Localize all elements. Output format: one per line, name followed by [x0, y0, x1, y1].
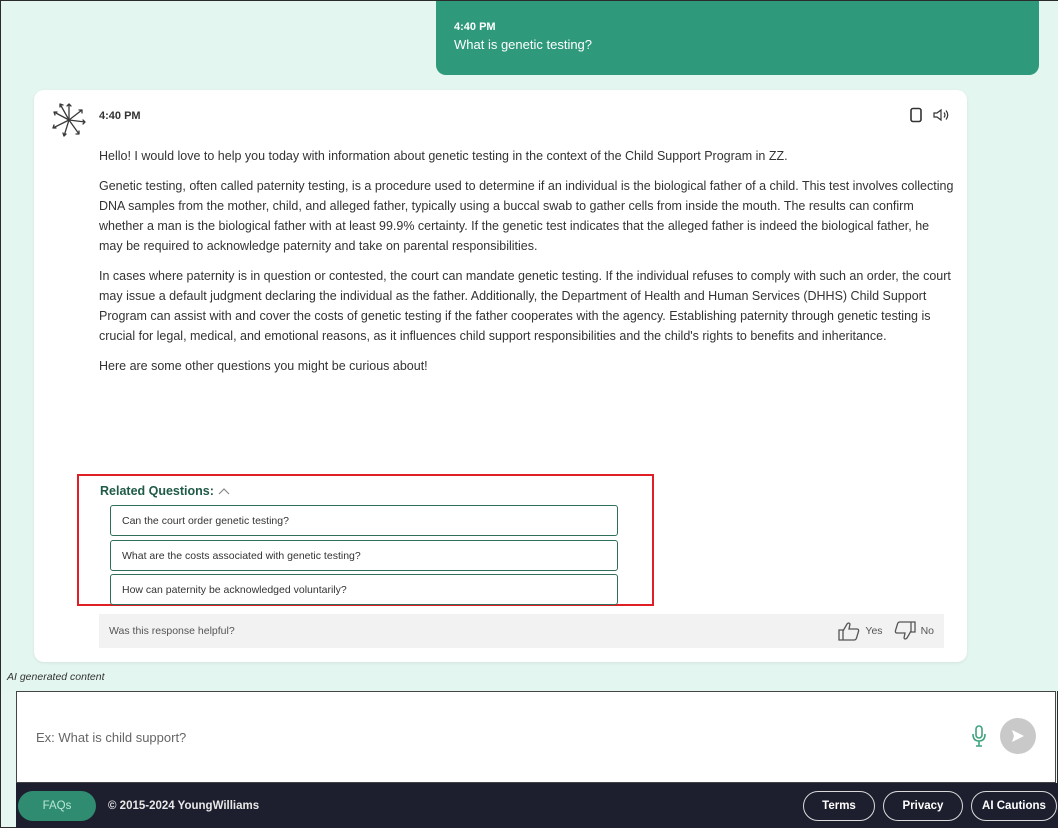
feedback-bar: Was this response helpful? Yes No [99, 614, 944, 648]
related-questions-title: Related Questions: [100, 484, 214, 498]
bot-message-body: Hello! I would love to help you today wi… [99, 146, 954, 386]
related-question-button[interactable]: What are the costs associated with genet… [110, 540, 618, 571]
thumbs-down-icon [894, 621, 916, 640]
copyright-text: © 2015-2024 YoungWilliams [108, 800, 260, 812]
send-icon [1012, 730, 1024, 742]
footer: FAQs © 2015-2024 YoungWilliams Terms Pri… [16, 783, 1058, 828]
related-question-button[interactable]: How can paternity be acknowledged volunt… [110, 574, 618, 605]
bot-paragraph: Genetic testing, often called paternity … [99, 179, 954, 253]
message-composer [16, 691, 1056, 783]
feedback-no-label: No [920, 625, 934, 637]
thumbs-up-icon [838, 622, 860, 641]
feedback-prompt: Was this response helpful? [109, 625, 235, 637]
related-questions-toggle[interactable]: Related Questions: [100, 484, 230, 498]
ai-generated-note: AI generated content [7, 671, 105, 683]
terms-button[interactable]: Terms [803, 791, 875, 821]
message-input[interactable] [17, 692, 957, 782]
feedback-yes-button[interactable]: Yes [837, 621, 883, 641]
message-tools [907, 106, 951, 124]
ai-cautions-button[interactable]: AI Cautions [971, 791, 1057, 821]
bot-paragraph: Here are some other questions you might … [99, 359, 428, 373]
chat-area: 4:40 PM What is genetic testing? 4:40 PM [1, 1, 1058, 691]
faqs-button[interactable]: FAQs [18, 791, 96, 821]
feedback-yes-label: Yes [865, 625, 883, 637]
related-questions-highlight: Related Questions: Can the court order g… [77, 474, 654, 606]
bot-paragraph: In cases where paternity is in question … [99, 269, 951, 343]
microphone-icon[interactable] [971, 724, 987, 748]
bot-paragraph: Hello! I would love to help you today wi… [99, 149, 788, 163]
feedback-no-button[interactable]: No [893, 621, 934, 641]
bot-message-card: 4:40 PM Hello! I would love to help you … [34, 90, 967, 662]
copy-icon[interactable] [907, 106, 925, 124]
send-button[interactable] [1000, 718, 1036, 754]
user-message-bubble: 4:40 PM What is genetic testing? [436, 1, 1039, 75]
related-question-button[interactable]: Can the court order genetic testing? [110, 505, 618, 536]
user-message-time: 4:40 PM [454, 21, 496, 33]
user-message-text: What is genetic testing? [454, 37, 593, 52]
privacy-button[interactable]: Privacy [883, 791, 963, 821]
speaker-icon[interactable] [933, 106, 951, 124]
bot-message-time: 4:40 PM [99, 110, 141, 122]
chevron-up-icon [218, 488, 230, 495]
bot-avatar-icon [52, 103, 86, 137]
